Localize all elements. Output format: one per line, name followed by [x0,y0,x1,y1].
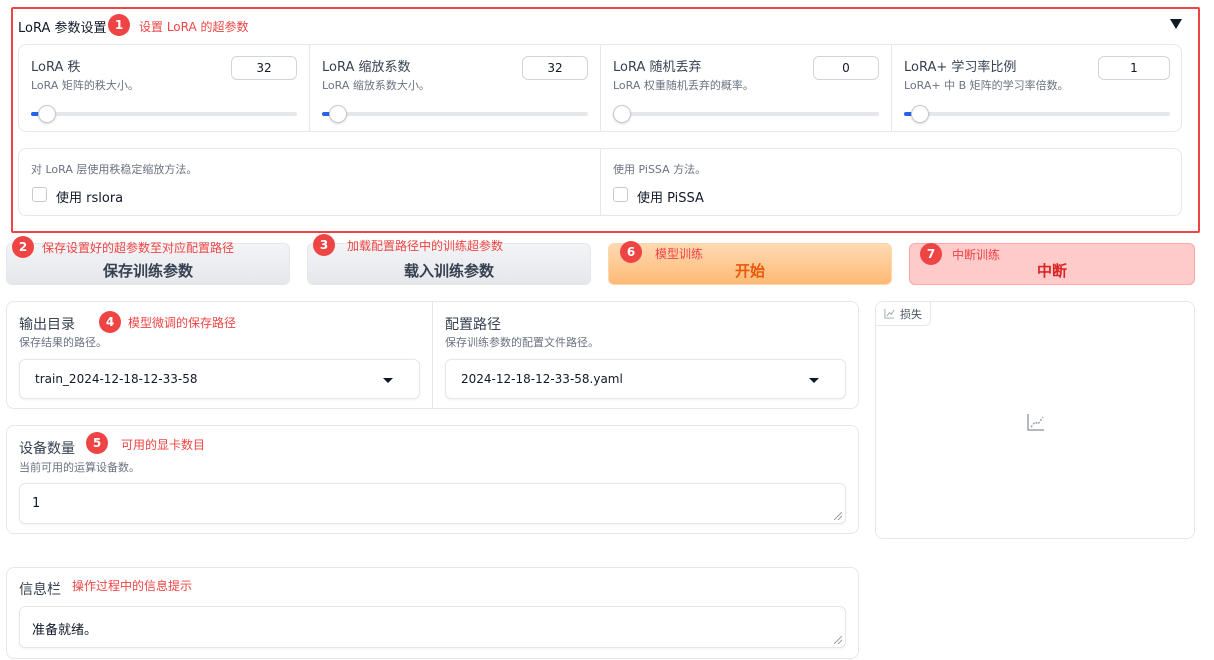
checkbox-row: 对 LoRA 层使用秩稳定缩放方法。 使用 rslora 使用 PiSSA 方法… [18,148,1182,216]
lora-dropout-label: LoRA 随机丢弃 [613,60,702,75]
start-button[interactable]: 开始 [608,243,892,285]
divider [600,149,601,215]
chart-icon [1027,414,1044,431]
annotation-badge-7: 7 [920,243,942,265]
annotation-badge-1: 1 [108,14,130,36]
rslora-info: 对 LoRA 层使用秩稳定缩放方法。 [31,163,198,176]
output-dir-value: train_2024-12-18-12-33-58 [35,372,198,386]
annotation-text-8: 操作过程中的信息提示 [72,579,193,593]
device-count-info: 当前可用的运算设备数。 [19,461,140,474]
annotation-badge-4: 4 [99,311,121,333]
config-path-dropdown[interactable]: 2024-12-18-12-33-58.yaml [445,359,846,399]
slider-thumb[interactable] [329,105,348,123]
resize-handle-icon[interactable] [834,636,842,644]
lora-rank-number-input[interactable]: 32 [231,56,297,80]
annotation-badge-2: 2 [12,236,34,258]
loraplus-ratio-label: LoRA+ 学习率比例 [904,60,1017,75]
loraplus-ratio-info: LoRA+ 中 B 矩阵的学习率倍数。 [904,79,1069,92]
annotation-text-7: 中断训练 [952,248,1001,262]
output-dir-info: 保存结果的路径。 [19,336,107,349]
rslora-checkbox[interactable] [32,187,47,202]
pissa-info: 使用 PiSSA 方法。 [613,163,707,176]
lora-dropout-slider[interactable] [613,105,879,123]
annotation-badge-3: 3 [313,234,335,256]
lora-alpha-slider[interactable] [322,105,588,123]
slider-thumb[interactable] [613,105,631,123]
slider-thumb[interactable] [38,105,57,123]
lora-rank-label: LoRA 秩 [31,60,81,75]
lora-alpha-number-input[interactable]: 32 [522,56,588,80]
device-count-label: 设备数量 [19,441,75,457]
lora-rank-info: LoRA 矩阵的秩大小。 [31,79,139,92]
resize-handle-icon[interactable] [834,512,842,520]
annotation-badge-6: 6 [620,241,642,263]
lora-dropout-info: LoRA 权重随机丢弃的概率。 [613,79,754,92]
triangle-down-icon[interactable] [1170,19,1182,29]
info-box-value: 准备就绪。 [32,623,98,638]
loss-plot-label: 损失 [900,307,922,321]
lora-panel-title[interactable]: LoRA 参数设置 [18,17,107,36]
annotation-text-2: 保存设置好的超参数至对应配置路径 [42,241,235,255]
config-path-value: 2024-12-18-12-33-58.yaml [461,372,623,386]
loraplus-ratio-number-input[interactable]: 1 [1098,56,1170,80]
annotation-badge-5: 5 [86,432,108,454]
chevron-down-icon[interactable] [383,378,393,383]
lora-rank-slider[interactable] [31,105,297,123]
info-box-label: 信息栏 [19,582,61,598]
annotation-text-5: 可用的显卡数目 [121,438,206,452]
config-path-info: 保存训练参数的配置文件路径。 [445,336,599,349]
config-path-label: 配置路径 [445,317,501,333]
divider [891,45,892,131]
chart-icon [884,308,895,319]
loraplus-ratio-slider[interactable] [904,105,1170,123]
divider [600,45,601,131]
annotation-text-4: 模型微调的保存路径 [128,316,237,330]
divider [309,45,310,131]
annotation-text-6: 模型训练 [655,247,704,261]
rslora-label[interactable]: 使用 rslora [56,187,123,206]
output-dir-label: 输出目录 [19,317,75,333]
annotation-text-3: 加载配置路径中的训练超参数 [347,239,504,253]
output-dir-dropdown[interactable]: train_2024-12-18-12-33-58 [19,359,420,399]
loss-plot-panel: 损失 [875,301,1195,539]
annotation-text-1: 设置 LoRA 的超参数 [139,20,249,34]
loss-plot-tab: 损失 [876,302,931,326]
pissa-label[interactable]: 使用 PiSSA [637,187,704,206]
info-box-textbox[interactable]: 准备就绪。 [19,606,846,648]
slider-thumb[interactable] [911,105,930,123]
lora-alpha-label: LoRA 缩放系数 [322,60,411,75]
pissa-checkbox[interactable] [613,187,628,202]
lora-alpha-info: LoRA 缩放系数大小。 [322,79,430,92]
device-count-textbox[interactable]: 1 [19,483,846,524]
slider-row: LoRA 秩 LoRA 矩阵的秩大小。 32 LoRA 缩放系数 LoRA 缩放… [18,44,1182,132]
device-count-value: 1 [32,496,41,511]
divider [432,302,433,408]
lora-dropout-number-input[interactable]: 0 [813,56,879,80]
chevron-down-icon[interactable] [809,378,819,383]
